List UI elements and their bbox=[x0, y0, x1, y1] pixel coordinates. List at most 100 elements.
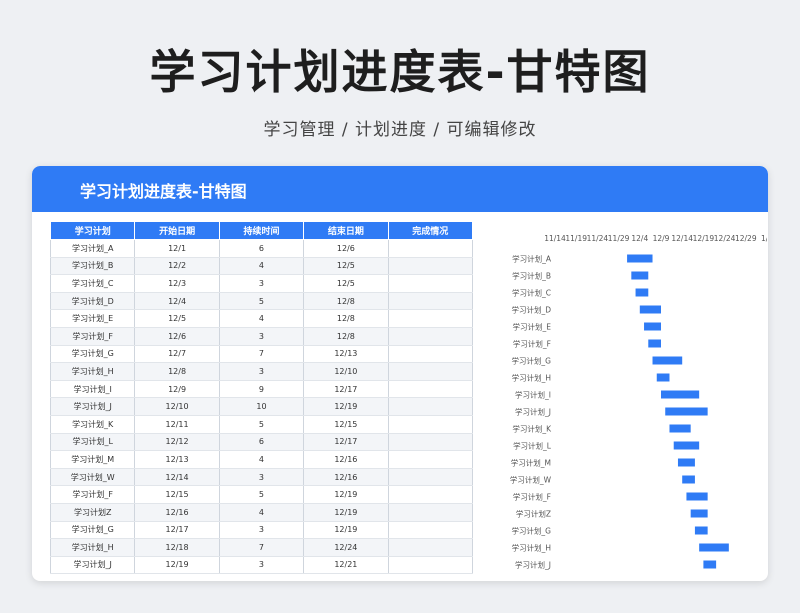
cell-end: 12/19 bbox=[303, 503, 389, 522]
cell-start: 12/19 bbox=[134, 556, 220, 575]
header-start: 开始日期 bbox=[134, 221, 220, 240]
cell-start: 12/14 bbox=[134, 468, 220, 487]
cell-start: 12/9 bbox=[134, 380, 220, 399]
y-category-label: 学习计划_G bbox=[511, 356, 551, 366]
table-row: 学习计划_F 12/6 3 12/8 bbox=[49, 327, 474, 346]
y-category-label: 学习计划_F bbox=[513, 492, 551, 502]
y-category-label: 学习计划_A bbox=[512, 254, 552, 264]
y-category-label: 学习计划_C bbox=[512, 288, 551, 298]
cell-plan: 学习计划_C bbox=[49, 274, 136, 293]
cell-status bbox=[388, 450, 474, 469]
cell-status bbox=[388, 327, 474, 346]
cell-duration: 4 bbox=[219, 257, 305, 276]
table-row: 学习计划_I 12/9 9 12/17 bbox=[49, 380, 474, 399]
y-category-label: 学习计划_E bbox=[513, 322, 552, 332]
page-title: 学习计划进度表-甘特图 bbox=[149, 45, 651, 99]
cell-start: 12/15 bbox=[134, 485, 220, 504]
table-row: 学习计划_H 12/8 3 12/10 bbox=[49, 362, 474, 381]
page-subtitle: 学习管理 / 计划进度 / 可编辑修改 bbox=[263, 120, 537, 140]
table-row: 学习计划_F 12/15 5 12/19 bbox=[49, 485, 474, 504]
cell-status bbox=[388, 433, 474, 452]
table-row: 学习计划_W 12/14 3 12/16 bbox=[49, 468, 474, 487]
gantt-bar bbox=[703, 560, 717, 569]
cell-plan: 学习计划_A bbox=[49, 239, 136, 258]
cell-start: 12/3 bbox=[134, 274, 220, 293]
y-category-label: 学习计划_G bbox=[511, 526, 551, 536]
x-tick-label: 1/3 bbox=[761, 234, 767, 243]
y-category-label: 学习计划_M bbox=[511, 458, 551, 468]
cell-status bbox=[388, 257, 474, 276]
cell-end: 12/16 bbox=[303, 450, 389, 469]
cell-status bbox=[388, 239, 474, 258]
gantt-bar bbox=[665, 407, 708, 416]
gantt-bar bbox=[699, 543, 729, 552]
cell-end: 12/8 bbox=[303, 327, 389, 346]
cell-duration: 7 bbox=[219, 345, 305, 364]
table-row: 学习计划_D 12/4 5 12/8 bbox=[49, 292, 474, 311]
cell-status bbox=[388, 362, 474, 381]
cell-end: 12/13 bbox=[303, 345, 389, 364]
cell-plan: 学习计划_G bbox=[49, 521, 136, 540]
gantt-bar bbox=[631, 271, 649, 280]
gantt-card: 学习计划进度表-甘特图 学习计划 开始日期 持续时间 结束日期 完成情况 学习计… bbox=[32, 166, 768, 581]
gantt-bar bbox=[686, 492, 708, 501]
table-row: 学习计划_M 12/13 4 12/16 bbox=[49, 450, 474, 469]
header-plan: 学习计划 bbox=[49, 221, 136, 240]
cell-end: 12/5 bbox=[303, 257, 389, 276]
cell-start: 12/8 bbox=[134, 362, 220, 381]
cell-end: 12/8 bbox=[303, 309, 389, 328]
card-header: 学习计划进度表-甘特图 bbox=[32, 166, 768, 212]
cell-status bbox=[388, 485, 474, 504]
table-header-row: 学习计划 开始日期 持续时间 结束日期 完成情况 bbox=[49, 221, 474, 240]
gantt-bar bbox=[656, 373, 670, 382]
cell-plan: 学习计划_I bbox=[49, 380, 136, 399]
x-tick-label: 11/14 bbox=[544, 234, 566, 243]
cell-start: 12/18 bbox=[134, 538, 220, 557]
gantt-bar bbox=[669, 424, 691, 433]
cell-duration: 9 bbox=[219, 380, 305, 399]
cell-start: 12/10 bbox=[134, 397, 220, 416]
cell-end: 12/6 bbox=[303, 239, 389, 258]
y-category-label: 学习计划_I bbox=[515, 390, 551, 400]
y-category-label: 学习计划_H bbox=[512, 373, 551, 383]
y-category-label: 学习计划_K bbox=[512, 424, 552, 434]
y-category-label: 学习计划_W bbox=[510, 475, 552, 485]
cell-status bbox=[388, 538, 474, 557]
cell-end: 12/19 bbox=[303, 397, 389, 416]
cell-plan: 学习计划_H bbox=[49, 362, 136, 381]
cell-start: 12/2 bbox=[134, 257, 220, 276]
cell-start: 12/6 bbox=[134, 327, 220, 346]
x-tick-label: 12/4 bbox=[631, 234, 648, 243]
x-tick-label: 11/24 bbox=[587, 234, 609, 243]
cell-plan: 学习计划_D bbox=[49, 292, 136, 311]
cell-status bbox=[388, 274, 474, 293]
header-end: 结束日期 bbox=[303, 221, 389, 240]
gantt-bar bbox=[627, 254, 653, 263]
cell-end: 12/19 bbox=[303, 521, 389, 540]
cell-status bbox=[388, 380, 474, 399]
cell-status bbox=[388, 415, 474, 434]
header-duration: 持续时间 bbox=[218, 221, 305, 240]
table-row: 学习计划_H 12/18 7 12/24 bbox=[49, 538, 474, 557]
gantt-bar bbox=[652, 356, 683, 365]
y-category-label: 学习计划Z bbox=[516, 509, 551, 519]
x-tick-label: 12/9 bbox=[653, 234, 670, 243]
cell-status bbox=[388, 503, 474, 522]
cell-duration: 3 bbox=[219, 521, 305, 540]
cell-duration: 6 bbox=[219, 239, 305, 258]
x-tick-label: 11/29 bbox=[608, 234, 630, 243]
cell-end: 12/24 bbox=[303, 538, 389, 557]
cell-status bbox=[388, 309, 474, 328]
x-tick-label: 12/24 bbox=[714, 234, 736, 243]
cell-duration: 10 bbox=[219, 397, 305, 416]
gantt-bar bbox=[661, 390, 700, 399]
cell-duration: 4 bbox=[219, 503, 305, 522]
cell-plan: 学习计划_L bbox=[49, 433, 136, 452]
cell-plan: 学习计划_W bbox=[49, 468, 136, 487]
cell-start: 12/17 bbox=[134, 521, 220, 540]
cell-end: 12/17 bbox=[303, 380, 389, 399]
gantt-bar bbox=[673, 441, 700, 450]
cell-plan: 学习计划_J bbox=[49, 397, 136, 416]
cell-end: 12/21 bbox=[303, 556, 389, 575]
cell-duration: 4 bbox=[219, 450, 305, 469]
